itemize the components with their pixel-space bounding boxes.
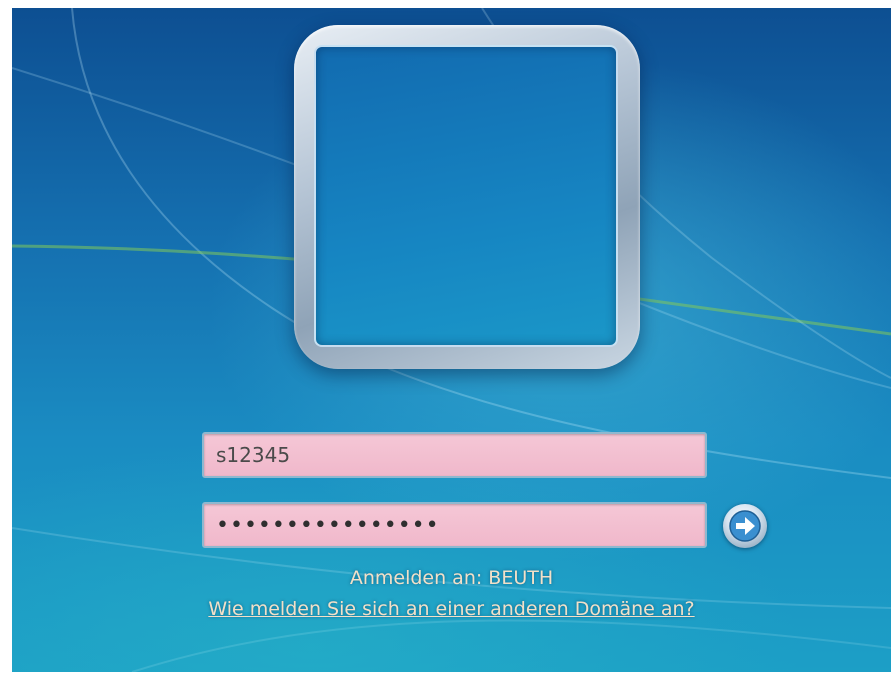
logon-screen: Anmelden an: BEUTH Wie melden Sie sich a… [12,8,891,672]
username-input[interactable] [202,432,707,478]
user-picture-frame [294,25,640,369]
other-domain-link[interactable]: Wie melden Sie sich an einer anderen Dom… [12,598,891,620]
password-input[interactable] [202,502,707,548]
logon-domain-label: Anmelden an: BEUTH [349,567,554,589]
arrow-right-icon [729,510,761,542]
user-picture [314,45,618,347]
submit-button[interactable] [723,504,767,548]
